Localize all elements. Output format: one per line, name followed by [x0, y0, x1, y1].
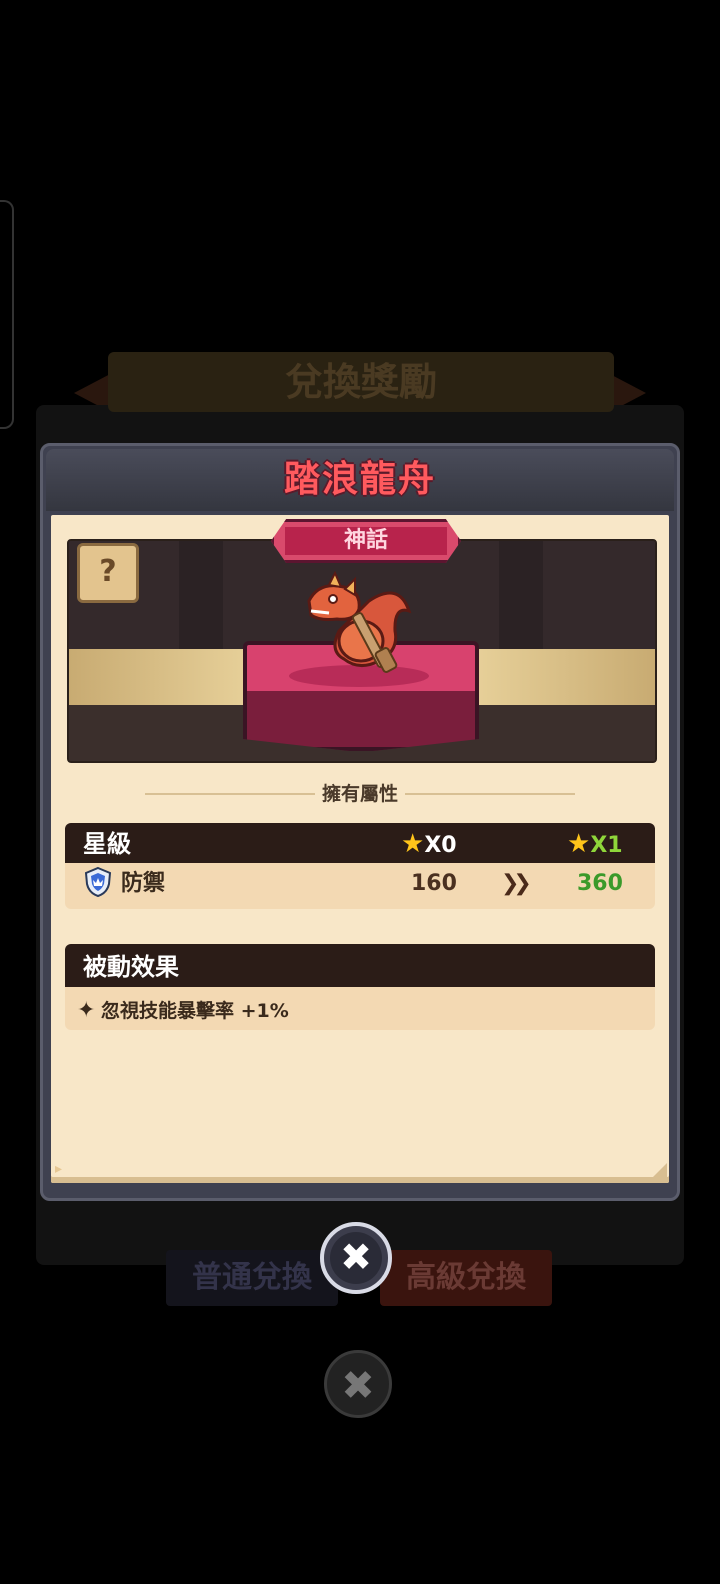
- book-question-icon: ?: [99, 554, 117, 589]
- preview-pillar: [179, 541, 223, 651]
- dragon-boat-character: [307, 571, 412, 673]
- passive-effect-panel: 被動效果 ✦ 忽視技能暴擊率 +1%: [65, 944, 655, 1030]
- defense-to-value: 360: [577, 871, 623, 896]
- star-icon: ★: [401, 829, 425, 859]
- modal-header: 踏浪龍舟: [46, 449, 674, 511]
- passive-header: 被動效果: [65, 944, 655, 987]
- rarity-label: 神話: [343, 528, 388, 553]
- table-header: 星級 ★X0 ★X1: [65, 823, 655, 863]
- from-star-column: ★X0: [401, 823, 457, 863]
- background-close-button[interactable]: ✖: [324, 1350, 392, 1418]
- item-detail-modal: 踏浪龍舟 ? 神話 擁有屬性 星級 ★X0 ★X1 防禦 160 ❯❯ 360 …: [40, 443, 680, 1201]
- background-banner-title: 兌換獎勵: [108, 352, 614, 412]
- preview-pillar: [499, 541, 543, 651]
- star-upgrade-table: 星級 ★X0 ★X1 防禦 160 ❯❯ 360: [65, 823, 655, 909]
- double-chevron-right-icon: ❯❯: [501, 871, 532, 896]
- star-icon: ★: [567, 829, 591, 859]
- to-star-column: ★X1: [567, 823, 623, 863]
- tab-normal-exchange[interactable]: 普通兌換: [166, 1250, 338, 1306]
- tab-advanced-exchange[interactable]: 高級兌換: [380, 1250, 552, 1306]
- side-drawer-handle: [0, 200, 14, 429]
- to-star-count: X1: [590, 833, 623, 858]
- shield-icon: [84, 866, 112, 898]
- defense-from-value: 160: [411, 871, 457, 896]
- corner-decoration: [653, 1163, 667, 1177]
- from-star-count: X0: [424, 833, 457, 858]
- passive-title: 被動效果: [83, 953, 179, 981]
- defense-label: 防禦: [121, 871, 166, 896]
- passive-effect-text: 忽視技能暴擊率 +1%: [101, 1000, 289, 1022]
- attributes-heading: 擁有屬性: [321, 783, 398, 805]
- close-button[interactable]: ✖: [320, 1222, 392, 1294]
- item-preview: [67, 539, 657, 763]
- sparkle-icon: ✦: [77, 998, 96, 1023]
- item-title: 踏浪龍舟: [283, 459, 436, 500]
- help-button[interactable]: ?: [77, 543, 139, 603]
- star-level-label: 星級: [83, 830, 131, 858]
- close-icon: ✖: [330, 1232, 382, 1284]
- modal-body: ? 神話 擁有屬性 星級 ★X0 ★X1 防禦 160 ❯❯ 360 被動效果 …: [51, 515, 669, 1183]
- pedestal-body: [243, 691, 479, 751]
- corner-decoration: ▸: [55, 1161, 63, 1177]
- close-icon: ✖: [341, 1363, 375, 1409]
